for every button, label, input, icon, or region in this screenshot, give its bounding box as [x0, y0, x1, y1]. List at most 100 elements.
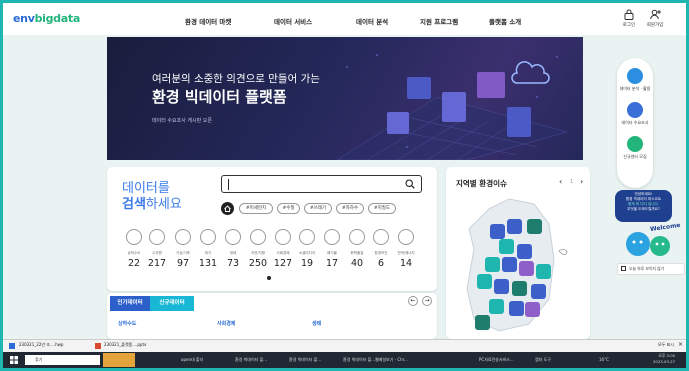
quick-center-recruit-button[interactable]: 신규센터 모집 — [617, 136, 653, 160]
korea-hex-map[interactable] — [449, 189, 589, 339]
region-hex[interactable] — [519, 261, 534, 276]
region-hex[interactable] — [490, 224, 505, 239]
category-water-sewer[interactable]: 상하수도 22 — [123, 229, 145, 269]
search-input[interactable] — [221, 175, 422, 193]
taskbar-app-chrome-3[interactable]: 환경 빅데이터 플... — [343, 355, 375, 365]
taskbar-banner-image[interactable] — [103, 353, 135, 367]
category-label: 사회경제 — [276, 251, 290, 255]
hero-banner[interactable]: 여러분의 소중한 의견으로 만들어 가는 환경 빅데이터 플랫폼 데이터 수요조… — [107, 37, 583, 160]
tag-geology-map[interactable]: #지질도 — [368, 203, 396, 214]
region-hex[interactable] — [525, 302, 540, 317]
category-socioeconomic[interactable]: 사회경제 127 — [272, 229, 294, 269]
news-item-1[interactable]: 상하수도 — [118, 320, 136, 327]
quick-analysis-button[interactable]: 데이터 분석 · 활용 — [617, 68, 653, 92]
nav-item-data-service[interactable]: 데이터 서비스 — [274, 16, 312, 26]
taskbar-app-folder[interactable]: open대 폴더 — [181, 355, 203, 365]
category-chemicals[interactable]: 화학물질 40 — [346, 229, 368, 269]
next-arrow-button[interactable]: → — [422, 296, 432, 306]
regional-next-button[interactable]: › — [580, 177, 583, 186]
region-hex[interactable] — [475, 315, 490, 330]
search-icon[interactable] — [405, 179, 415, 189]
region-hex[interactable] — [494, 279, 509, 294]
download-item-1[interactable]: 230321_22년 조....hwp — [19, 342, 63, 348]
site-logo[interactable]: envbigdata — [13, 12, 80, 25]
mascot-chatbot[interactable]: Welcome — [620, 222, 682, 258]
mascot-speech-bubble: 안녕하세요! 환경 빅데이터 마스코트 뭉게 와 디디 입니다. 무엇을 도와드… — [615, 190, 672, 222]
category-energy[interactable]: 전력/에너지 14 — [395, 229, 417, 269]
taskbar-app-chrome-2[interactable]: 환경 빅데이터 플... — [289, 355, 321, 365]
leaf-icon — [225, 229, 241, 245]
category-climate[interactable]: 기상/기후 97 — [172, 229, 194, 269]
show-all-downloads-button[interactable]: 모두 표시 — [658, 342, 674, 348]
region-hex[interactable] — [502, 257, 517, 272]
category-waste[interactable]: 폐기물 17 — [321, 229, 343, 269]
quick-menu: 데이터 분석 · 활용 데이터 수요조사 신규센터 모집 — [617, 58, 653, 188]
tab-new-data[interactable]: 신규데이터 — [150, 296, 194, 311]
flask-icon — [349, 229, 365, 245]
category-air[interactable]: 대기 131 — [197, 229, 219, 269]
region-hex[interactable] — [517, 244, 532, 259]
home-icon — [224, 205, 231, 212]
tag-fine-dust[interactable]: #미세먼지 — [239, 203, 273, 214]
download-item-2[interactable]: 230321_플랫폼....pptx — [104, 342, 146, 348]
nav-item-market[interactable]: 환경 데이터 마켓 — [185, 16, 231, 26]
region-hex[interactable] — [531, 284, 546, 299]
taskbar-app-webmail[interactable]: 웹메일보기 - Chr... — [375, 355, 408, 365]
water-drop-icon — [149, 229, 165, 245]
nav-item-platform-intro[interactable]: 플랫폼 소개 — [489, 16, 521, 26]
download-bar: 230321_22년 조....hwp 230321_플랫폼....pptx 모… — [3, 339, 686, 352]
quick-demand-survey-button[interactable]: 데이터 수요조사 — [617, 102, 653, 126]
category-label: 자연/지형 — [250, 251, 266, 255]
login-button[interactable]: 로그인 — [617, 9, 641, 28]
category-label: 폐기물 — [327, 251, 337, 255]
taskbar-app-chrome-1[interactable]: 환경 빅데이터 플... — [235, 355, 267, 365]
news-item-2[interactable]: 사회경제 — [217, 320, 235, 327]
region-hex[interactable] — [489, 299, 504, 314]
signup-button[interactable]: 회원가입 — [643, 9, 667, 28]
region-hex[interactable] — [527, 219, 542, 234]
tag-water-quality[interactable]: #수질 — [277, 203, 300, 214]
category-count: 19 — [300, 258, 314, 269]
hide-today-label: 오늘 하루 보이지 않기 — [629, 266, 665, 271]
category-ecology[interactable]: 생태 73 — [222, 229, 244, 269]
system-clock[interactable]: 오후 3:05 2023-03-27 — [653, 353, 675, 365]
tag-waste[interactable]: #쓰레기 — [304, 203, 332, 214]
signup-label: 회원가입 — [646, 23, 664, 28]
category-nature-terrain[interactable]: 자연/지형 250 — [247, 229, 269, 269]
category-env-health[interactable]: 환경보건 6 — [370, 229, 392, 269]
category-count: 127 — [273, 258, 293, 269]
windows-taskbar: 찾기 open대 폴더 환경 빅데이터 플... 환경 빅데이터 플... 환경… — [3, 352, 686, 368]
carousel-dot[interactable] — [267, 276, 271, 280]
checkbox-box[interactable] — [621, 266, 626, 271]
news-item-3[interactable]: 생태 — [312, 320, 321, 327]
nav-item-data-analysis[interactable]: 데이터 분석 — [356, 16, 388, 26]
windows-start-icon[interactable] — [10, 356, 18, 364]
region-hex[interactable] — [507, 219, 522, 234]
nav-item-support[interactable]: 지원 프로그램 — [420, 16, 458, 26]
site-header: envbigdata 환경 데이터 마켓 데이터 서비스 데이터 분석 지원 프… — [3, 3, 686, 35]
regional-prev-button[interactable]: ‹ — [559, 177, 562, 186]
taskbar-app-pc-transfer[interactable]: PC자료전송서비스... — [479, 355, 514, 365]
regional-page: 1 — [570, 179, 574, 185]
weather-temp[interactable]: 16°C — [599, 355, 609, 365]
hide-today-checkbox[interactable]: 오늘 하루 보이지 않기 — [617, 263, 685, 275]
taskbar-app-snipping-tool[interactable]: 캡처 도구 — [535, 355, 551, 365]
home-tag-button[interactable] — [221, 202, 234, 215]
category-water-resource[interactable]: 수자원 217 — [146, 229, 168, 269]
category-social-media[interactable]: 소셜미디어 19 — [296, 229, 318, 269]
region-hex[interactable] — [485, 257, 500, 272]
tab-popular-data[interactable]: 인기데이터 — [110, 296, 150, 311]
category-count: 97 — [176, 258, 190, 269]
region-hex[interactable] — [509, 301, 524, 316]
region-hex[interactable] — [499, 239, 514, 254]
close-download-bar-icon[interactable]: × — [678, 341, 683, 348]
region-hex[interactable] — [536, 264, 551, 279]
prev-arrow-button[interactable]: ← — [408, 296, 418, 306]
lock-icon — [624, 9, 634, 20]
category-label: 상하수도 — [127, 251, 141, 255]
region-hex[interactable] — [512, 281, 527, 296]
region-hex[interactable] — [477, 274, 492, 289]
taskbar-search-box[interactable]: 찾기 — [25, 355, 100, 365]
user-plus-icon — [649, 9, 661, 20]
tag-groundwater[interactable]: #자하수 — [336, 203, 364, 214]
